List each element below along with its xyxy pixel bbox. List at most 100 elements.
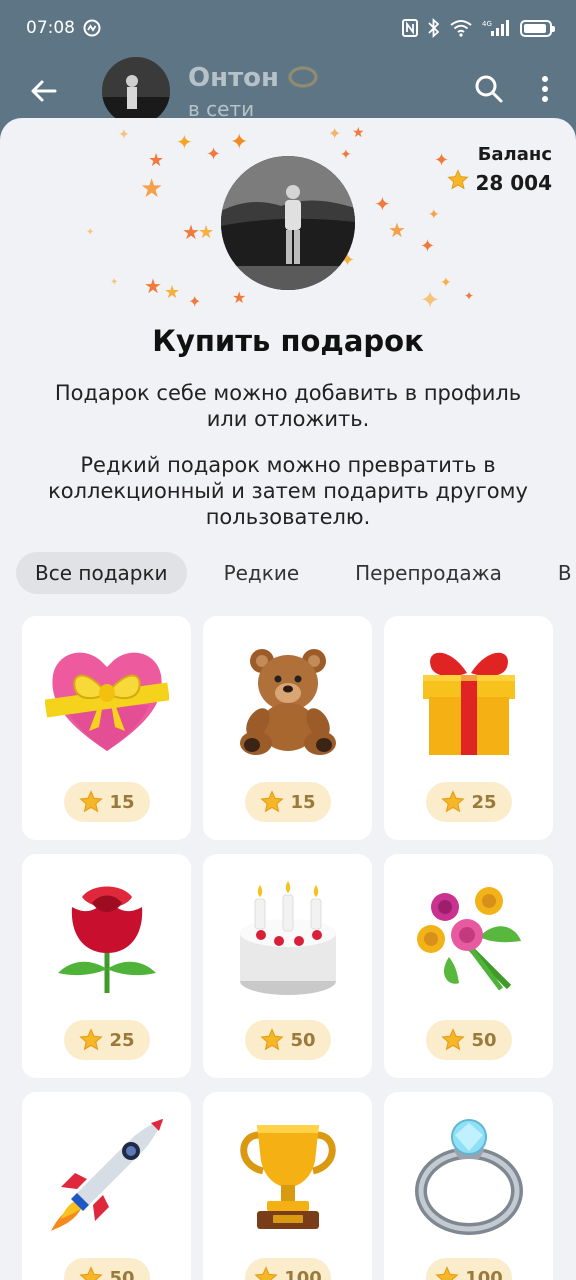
diamond-ring-icon bbox=[414, 1119, 523, 1235]
chat-status: в сети bbox=[188, 96, 255, 121]
price-pill: 15 bbox=[64, 782, 150, 822]
sparkle-icon: ✦ bbox=[420, 286, 441, 314]
network-type-label: 4G bbox=[482, 20, 492, 28]
gift-card-bouquet[interactable]: 50 bbox=[384, 854, 553, 1078]
recipient-avatar bbox=[221, 156, 355, 290]
gift-price: 50 bbox=[471, 1029, 497, 1051]
more-vertical-icon bbox=[542, 76, 548, 102]
price-pill: 100 bbox=[245, 1258, 331, 1280]
rose-icon bbox=[57, 886, 156, 993]
sheet-title: Купить подарок bbox=[152, 324, 424, 358]
sparkle-icon: ✦ bbox=[420, 236, 436, 257]
gift-price: 25 bbox=[471, 791, 497, 813]
gift-price: 15 bbox=[109, 791, 135, 813]
wifi-icon bbox=[450, 19, 472, 37]
star-icon bbox=[441, 790, 466, 813]
rocket-icon bbox=[50, 1119, 163, 1231]
sparkle-icon: ✦ bbox=[340, 147, 352, 163]
sparkle-icon: ✦ bbox=[464, 289, 475, 303]
tab-all-gifts[interactable]: Все подарки bbox=[16, 552, 187, 594]
price-pill: 50 bbox=[245, 1020, 331, 1060]
app-notification-icon bbox=[83, 19, 101, 37]
gift-price: 25 bbox=[109, 1029, 135, 1051]
teddy-bear-icon bbox=[239, 649, 336, 755]
sparkle-icon: ✦ bbox=[188, 292, 202, 311]
star-icon bbox=[260, 790, 285, 813]
gift-price: 15 bbox=[290, 791, 316, 813]
chat-name: Онтон bbox=[188, 63, 279, 93]
status-time: 07:08 bbox=[26, 18, 75, 38]
gift-card-teddy-bear[interactable]: 15 bbox=[203, 616, 372, 840]
star-icon bbox=[441, 1028, 466, 1051]
sparkle-icon: ✦ bbox=[428, 207, 440, 223]
sparkle-icon: ✦ bbox=[118, 127, 130, 143]
star-sparkle-icon: ★ bbox=[144, 274, 162, 298]
gift-card-rose[interactable]: 25 bbox=[22, 854, 191, 1078]
balance-block: Баланс 28 004 bbox=[447, 144, 552, 196]
heart-ribbon-icon bbox=[44, 652, 169, 751]
more-button[interactable] bbox=[540, 74, 550, 108]
tab-in-stock[interactable]: В наличии bbox=[539, 552, 576, 594]
star-sparkle-icon: ★ bbox=[148, 150, 165, 171]
gift-card-birthday-cake[interactable]: 50 bbox=[203, 854, 372, 1078]
star-icon bbox=[447, 169, 470, 196]
balance-label: Баланс bbox=[477, 144, 552, 165]
gift-price: 100 bbox=[465, 1267, 503, 1280]
sparkle-icon: ✦ bbox=[374, 192, 391, 216]
gift-card-heart[interactable]: 15 bbox=[22, 616, 191, 840]
price-pill: 25 bbox=[426, 782, 512, 822]
star-icon bbox=[260, 1028, 285, 1051]
gift-card-gift-box[interactable]: 25 bbox=[384, 616, 553, 840]
gift-filter-tabs: Все подарки Редкие Перепродажа В наличии bbox=[16, 552, 576, 594]
sparkle-icon: ✦ bbox=[328, 124, 342, 143]
bluetooth-icon bbox=[428, 18, 440, 38]
tab-resale[interactable]: Перепродажа bbox=[336, 552, 521, 594]
star-icon bbox=[79, 790, 104, 813]
star-sparkle-icon: ★ bbox=[198, 222, 215, 243]
birthday-cake-icon bbox=[239, 881, 336, 995]
star-sparkle-icon: ★ bbox=[352, 125, 365, 141]
sparkle-icon: ✦ bbox=[230, 130, 249, 155]
star-icon bbox=[435, 1266, 459, 1280]
sparkle-icon: ✦ bbox=[110, 277, 119, 288]
bouquet-icon bbox=[416, 887, 521, 991]
gift-card-rocket[interactable]: 50 bbox=[22, 1092, 191, 1280]
price-pill: 50 bbox=[64, 1258, 150, 1280]
gift-card-diamond-ring[interactable]: 100 bbox=[384, 1092, 553, 1280]
gift-sheet: ✦ ✦ ✦ ★ ✦ ★ ✦ ★ ✦ ✦ ✦ ✦ ★ ✦ ★ ★ ✦ ★ ★ ✦ … bbox=[0, 118, 576, 1280]
cellular-signal-icon: 4G bbox=[482, 19, 510, 37]
star-sparkle-icon: ★ bbox=[232, 288, 247, 307]
gift-price: 50 bbox=[290, 1029, 316, 1051]
star-sparkle-icon: ★ bbox=[164, 282, 181, 303]
search-button[interactable] bbox=[474, 74, 504, 108]
battery-icon bbox=[520, 19, 555, 37]
star-icon bbox=[79, 1028, 104, 1051]
star-sparkle-icon: ★ bbox=[140, 174, 164, 204]
price-pill: 100 bbox=[426, 1258, 512, 1280]
star-icon bbox=[254, 1266, 278, 1280]
chat-header: Онтон в сети bbox=[0, 56, 576, 126]
nfc-icon bbox=[402, 19, 418, 37]
gift-box-icon bbox=[422, 652, 515, 755]
star-sparkle-icon: ★ bbox=[388, 218, 406, 242]
tab-rare[interactable]: Редкие bbox=[205, 552, 319, 594]
sparkle-icon: ✦ bbox=[176, 130, 193, 154]
description-self-gift: Подарок себе можно добавить в профиль ил… bbox=[54, 381, 522, 431]
ring-badge-icon bbox=[287, 62, 319, 95]
gift-card-trophy[interactable]: 100 bbox=[203, 1092, 372, 1280]
balance-value: 28 004 bbox=[475, 170, 552, 195]
sparkle-icon: ✦ bbox=[206, 144, 222, 165]
gift-price: 100 bbox=[284, 1267, 322, 1280]
gift-grid: 15 15 25 25 50 50 50 100 100 bbox=[22, 616, 556, 1280]
star-icon bbox=[79, 1266, 104, 1280]
arrow-left-icon bbox=[31, 80, 57, 102]
chat-avatar[interactable] bbox=[102, 57, 170, 125]
price-pill: 50 bbox=[426, 1020, 512, 1060]
sparkle-icon: ✦ bbox=[86, 227, 95, 238]
back-button[interactable] bbox=[0, 56, 88, 126]
search-icon bbox=[475, 75, 503, 103]
price-pill: 15 bbox=[245, 782, 331, 822]
status-bar: 07:08 4G bbox=[0, 0, 576, 56]
price-pill: 25 bbox=[64, 1020, 150, 1060]
description-rare-gift: Редкий подарок можно превратить в коллек… bbox=[48, 453, 528, 529]
